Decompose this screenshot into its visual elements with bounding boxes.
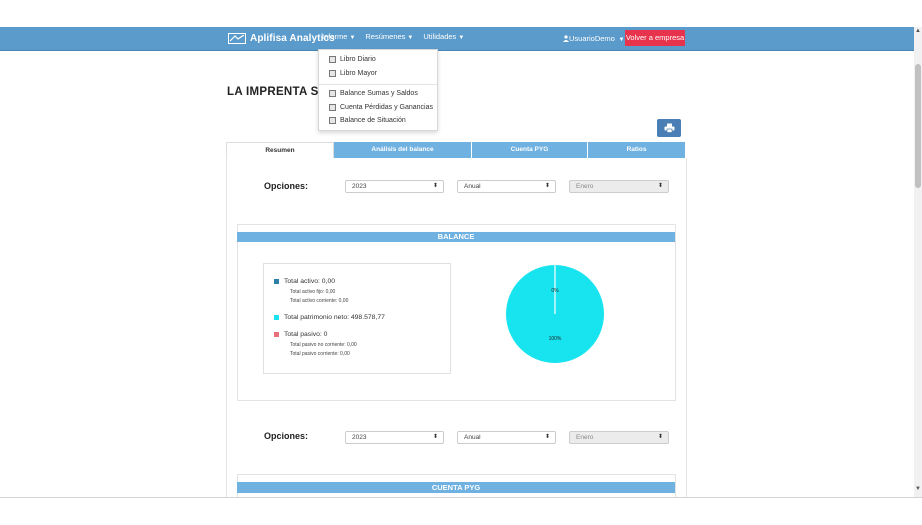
document-icon bbox=[329, 117, 336, 124]
tab-bar: Resumen Análisis del balance Cuenta PYG … bbox=[226, 142, 685, 158]
nav-resumenes[interactable]: Resúmenes ▼ bbox=[365, 32, 413, 41]
period-select[interactable]: Anual ⬍ bbox=[457, 180, 556, 193]
nav-utilidades[interactable]: Utilidades ▼ bbox=[423, 32, 464, 41]
sort-arrows-icon: ⬍ bbox=[544, 183, 550, 189]
caret-down-icon: ▼ bbox=[616, 37, 625, 43]
tab-ratios[interactable]: Ratios bbox=[588, 142, 685, 158]
scroll-up-icon[interactable]: ▲ bbox=[914, 28, 922, 34]
options-label: Opciones: bbox=[264, 181, 309, 191]
tab-analisis-balance[interactable]: Análisis del balance bbox=[334, 142, 471, 158]
legend-pasivo-corriente: Total pasivo corriente: 0,00 bbox=[290, 351, 350, 357]
balance-pie-chart: 0% 100% bbox=[506, 265, 604, 363]
user-menu[interactable]: UsuarioDemo ▼ bbox=[563, 34, 624, 43]
caret-down-icon: ▼ bbox=[407, 35, 414, 41]
scroll-down-icon[interactable]: ▼ bbox=[914, 486, 922, 492]
legend-total-pasivo: Total pasivo: 0 bbox=[274, 331, 327, 338]
brand-logo-icon bbox=[228, 33, 246, 44]
menu-divider bbox=[319, 84, 437, 85]
caret-down-icon: ▼ bbox=[458, 35, 465, 41]
balance-legend: Total activo: 0,00 Total activo fijo: 0,… bbox=[263, 263, 451, 374]
legend-pasivo-no-corriente: Total pasivo no corriente: 0,00 bbox=[290, 342, 357, 348]
legend-activo-corriente: Total activo corriente: 0,00 bbox=[290, 298, 349, 304]
tab-cuenta-pyg[interactable]: Cuenta PYG bbox=[472, 142, 587, 158]
menu-item-balance-sumas[interactable]: Balance Sumas y Saldos bbox=[329, 90, 418, 97]
balance-header: BALANCE bbox=[237, 232, 675, 242]
sort-arrows-icon: ⬍ bbox=[432, 434, 438, 440]
nav-menu: Informe ▼ Resúmenes ▼ Utilidades ▼ bbox=[322, 32, 464, 41]
browser-top-strip bbox=[0, 0, 922, 27]
year-select[interactable]: 2023 ⬍ bbox=[345, 180, 444, 193]
period-select[interactable]: Anual ⬍ bbox=[457, 431, 556, 444]
menu-item-balance-situacion[interactable]: Balance de Situación bbox=[329, 117, 406, 124]
pie-label-1: 100% bbox=[549, 336, 562, 342]
legend-activo-fijo: Total activo fijo: 0,00 bbox=[290, 289, 336, 295]
legend-swatch bbox=[274, 315, 279, 320]
menu-item-cuenta-pyg[interactable]: Cuenta Pérdidas y Ganancias bbox=[329, 104, 433, 111]
menu-item-libro-diario[interactable]: Libro Diario bbox=[329, 56, 376, 63]
year-select[interactable]: 2023 ⬍ bbox=[345, 431, 444, 444]
menu-item-libro-mayor[interactable]: Libro Mayor bbox=[329, 70, 377, 77]
book-icon bbox=[329, 56, 336, 63]
print-button[interactable] bbox=[657, 119, 681, 137]
legend-swatch bbox=[274, 332, 279, 337]
sort-arrows-icon: ⬍ bbox=[544, 434, 550, 440]
pie-label-0: 0% bbox=[551, 288, 559, 294]
pyg-header: CUENTA PYG bbox=[237, 482, 675, 493]
back-to-company-button[interactable]: Volver a empresa bbox=[625, 30, 685, 46]
month-select: Enero ⬍ bbox=[569, 431, 669, 444]
legend-swatch bbox=[274, 279, 279, 284]
sort-arrows-icon: ⬍ bbox=[432, 183, 438, 189]
printer-icon bbox=[664, 123, 674, 133]
legend-total-patrimonio: Total patrimonio neto: 498.578,77 bbox=[274, 314, 385, 321]
month-select: Enero ⬍ bbox=[569, 180, 669, 193]
page-title: LA IMPRENTA SL bbox=[227, 86, 326, 98]
options-label: Opciones: bbox=[264, 431, 309, 441]
top-navbar: Aplifisa Analytics Informe ▼ Resúmenes ▼ U… bbox=[0, 27, 914, 51]
calculator-icon bbox=[329, 104, 336, 111]
informe-dropdown-menu: Libro Diario Libro Mayor Balance Sumas y… bbox=[318, 49, 438, 131]
scrollbar-thumb[interactable] bbox=[915, 64, 921, 188]
tab-resumen[interactable]: Resumen bbox=[226, 142, 334, 158]
caret-down-icon: ▼ bbox=[349, 35, 356, 41]
legend-total-activo: Total activo: 0,00 bbox=[274, 278, 335, 285]
document-icon bbox=[329, 90, 336, 97]
book-icon bbox=[329, 70, 336, 77]
browser-bottom-strip bbox=[0, 497, 922, 525]
sort-arrows-icon: ⬍ bbox=[657, 434, 663, 440]
brand[interactable]: Aplifisa Analytics bbox=[228, 30, 335, 47]
nav-informe[interactable]: Informe ▼ bbox=[322, 32, 355, 41]
sort-arrows-icon: ⬍ bbox=[657, 183, 663, 189]
